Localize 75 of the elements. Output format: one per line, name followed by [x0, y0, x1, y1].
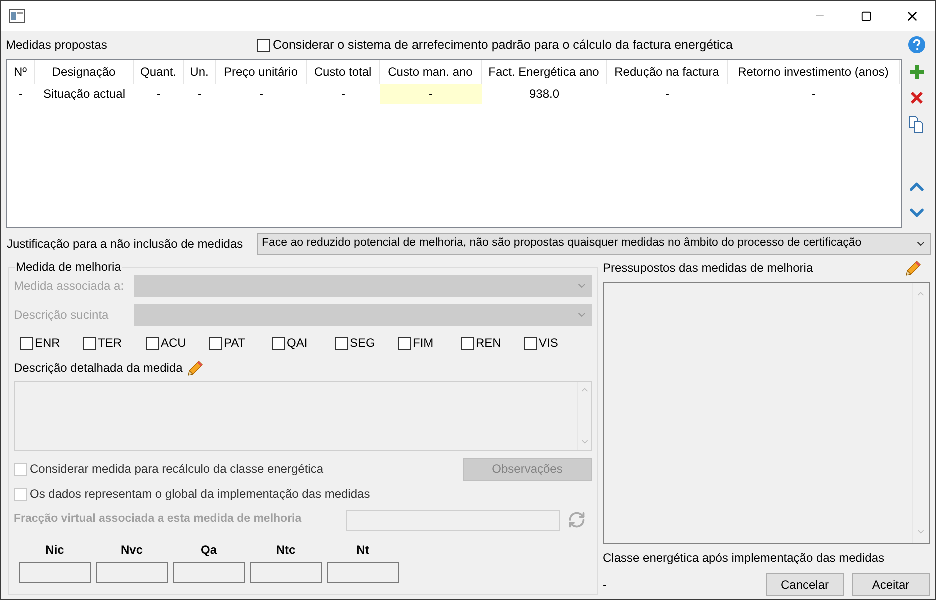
section-label: Medidas propostas	[6, 37, 108, 54]
column-header[interactable]: Un.	[184, 60, 216, 84]
indicator-field[interactable]	[173, 562, 245, 583]
indicator-label: Nvc	[120, 542, 143, 557]
justification-select[interactable]: Face ao reduzido potencial de melhoria, não são propostas quaisquer medidas no âmbito do processo de certificação	[257, 233, 931, 255]
checkbox[interactable]	[398, 336, 411, 350]
column-header[interactable]: Preço unitário	[216, 60, 307, 84]
table-cell-text: -	[811, 86, 817, 103]
refresh-icon[interactable]	[568, 511, 586, 529]
checkbox[interactable]	[146, 336, 159, 350]
category-label: SEG	[350, 335, 376, 352]
pencil-icon[interactable]	[186, 360, 204, 376]
table-cell-text: -	[340, 86, 346, 103]
category-label: ENR	[35, 335, 60, 352]
checkbox[interactable]	[209, 336, 222, 350]
class-after-value: -	[603, 576, 608, 594]
table-cell-text: 938.0	[528, 86, 561, 103]
indicator-label: Qa	[200, 542, 217, 557]
column-header[interactable]: Retorno investimento (anos)	[728, 60, 900, 84]
indicator-field[interactable]	[327, 562, 399, 583]
maximize-icon[interactable]	[860, 10, 872, 22]
group-title: Medida de melhoria	[15, 260, 122, 274]
copy-icon[interactable]	[909, 116, 925, 134]
section-label: Pressupostos das medidas de melhoria	[603, 260, 814, 277]
table-cell-text: -	[156, 86, 162, 103]
category-label: VIS	[539, 335, 558, 352]
category-label: FIM	[413, 335, 434, 352]
table-cell-text: -	[664, 86, 670, 103]
indicator-field[interactable]	[19, 562, 91, 583]
column-header[interactable]: Fact. Energética ano	[482, 60, 607, 84]
checkbox[interactable]	[83, 336, 96, 350]
category-label: REN	[476, 335, 502, 352]
table-cell-text: -	[197, 86, 203, 103]
dialog-button[interactable]: Aceitar	[852, 573, 930, 596]
checkbox[interactable]	[335, 336, 348, 350]
field-label: Medida associada a:	[14, 278, 126, 295]
checkbox[interactable]	[20, 336, 33, 350]
field-label: Descrição detalhada da medida	[14, 360, 183, 377]
category-label: TER	[98, 335, 122, 352]
indicator-label: Nt	[356, 542, 370, 557]
checkbox[interactable]	[257, 38, 270, 52]
indicator-field[interactable]	[250, 562, 322, 583]
column-header[interactable]: Designação	[35, 60, 134, 84]
pencil-icon[interactable]	[905, 260, 922, 276]
checkbox[interactable]	[461, 336, 474, 350]
column-header[interactable]: Nº	[7, 60, 35, 84]
table-cell-text: -	[258, 86, 264, 103]
category-label: QAI	[287, 335, 308, 352]
indicator-field[interactable]	[96, 562, 168, 583]
dialog-button[interactable]: Cancelar	[766, 573, 844, 596]
justification-label: Justificação para a não inclusão de medidas	[7, 236, 244, 253]
category-label: PAT	[224, 335, 246, 352]
column-header[interactable]: Quant.	[134, 60, 184, 84]
checkbox-label: Os dados representam o global da implementação das medidas	[30, 486, 370, 503]
table-cell-text: Situação actual	[42, 86, 127, 103]
app-icon	[9, 9, 25, 23]
table-cell: -	[380, 84, 482, 104]
field-label: Fracção virtual associada a esta medida de melhoria	[14, 512, 303, 528]
class-after-label: Classe energética após implementação das medidas	[603, 550, 886, 567]
indicator-label: Ntc	[276, 542, 296, 557]
delete-icon[interactable]	[909, 90, 925, 106]
select-value: Face ao reduzido potencial de melhoria, não são propostas quaisquer medidas no âmbito do processo de certificação	[262, 236, 863, 252]
help-icon[interactable]	[908, 36, 926, 54]
add-icon[interactable]	[909, 64, 925, 80]
checkbox[interactable]	[272, 336, 285, 350]
virtual-fraction-field[interactable]	[346, 510, 560, 530]
checkbox[interactable]	[524, 336, 537, 350]
column-header[interactable]: Redução na factura	[607, 60, 728, 84]
field-label: Descrição sucinta	[14, 307, 110, 324]
checkbox-label: Considerar medida para recálculo da classe energética	[30, 461, 324, 478]
table-cell-text: -	[18, 86, 24, 103]
column-header[interactable]: Custo total	[307, 60, 380, 84]
indicator-label: Nic	[46, 542, 64, 557]
checkbox-label: Considerar o sistema de arrefecimento padrão para o cálculo da factura energética	[273, 36, 733, 54]
category-label: ACU	[161, 335, 186, 352]
